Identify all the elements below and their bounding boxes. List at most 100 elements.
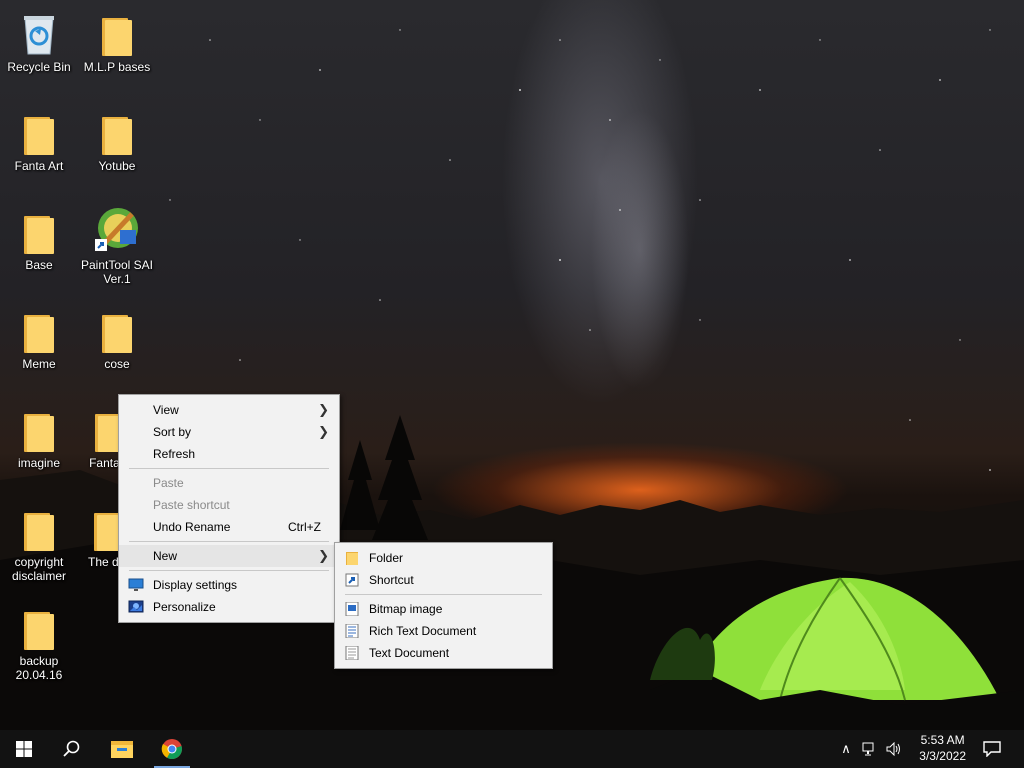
painttool-sai-icon	[79, 206, 155, 254]
folder-icon	[1, 107, 77, 155]
desktop-icon-label: Recycle Bin	[7, 60, 71, 74]
desktop-icon-mlp-bases[interactable]: M.L.P bases	[79, 8, 155, 74]
recycle-bin-icon	[1, 8, 77, 56]
desktop-icon-label: Fanta Art	[14, 159, 64, 173]
text-document-icon	[345, 646, 359, 660]
menu-item-label: Shortcut	[369, 573, 414, 587]
desktop-icon-label: imagine	[17, 456, 61, 470]
menu-item-label: New	[153, 549, 178, 563]
menu-item-new[interactable]: New ❯	[119, 545, 339, 567]
folder-icon	[79, 503, 119, 551]
menu-item-label: Undo Rename	[153, 520, 231, 534]
clock-time: 5:53 AM	[920, 733, 965, 747]
taskbar: ∧ 5:53 AM 3/3/2022	[0, 730, 1024, 768]
desktop-icon-label: Fanta Y	[89, 456, 118, 470]
network-icon[interactable]	[862, 739, 878, 759]
menu-item-undo-rename[interactable]: Undo Rename Ctrl+Z	[119, 516, 339, 538]
desktop-icon-label: backup 20.04.16	[15, 654, 63, 682]
desktop-icon-label: M.L.P bases	[83, 60, 151, 74]
desktop-icon-label: Meme	[22, 357, 56, 371]
desktop-icon-fanta-art[interactable]: Fanta Art	[1, 107, 77, 173]
menu-item-label: Rich Text Document	[369, 624, 477, 638]
submenu-item-bitmap[interactable]: Bitmap image	[335, 598, 552, 620]
personalize-icon	[128, 600, 144, 613]
folder-icon	[1, 206, 77, 254]
folder-icon	[1, 602, 77, 650]
menu-item-label: Sort by	[153, 425, 192, 439]
submenu-item-text[interactable]: Text Document	[335, 642, 552, 664]
desktop-icon-painttool-sai[interactable]: PaintTool SAI Ver.1	[79, 206, 155, 286]
folder-icon	[1, 404, 77, 452]
menu-item-view[interactable]: View ❯	[119, 399, 339, 421]
menu-item-label: View	[153, 403, 179, 417]
submenu-item-shortcut[interactable]: Shortcut	[335, 569, 552, 591]
desktop-icon-base[interactable]: Base	[1, 206, 77, 272]
chrome-button[interactable]	[152, 730, 192, 768]
menu-item-label: Text Document	[369, 646, 450, 660]
windows-logo-icon	[16, 741, 32, 757]
chrome-icon	[161, 739, 182, 760]
bitmap-image-icon	[345, 602, 359, 616]
menu-separator	[129, 570, 329, 571]
shortcut-icon	[345, 573, 359, 587]
folder-icon	[79, 305, 155, 353]
chevron-up-icon[interactable]: ∧	[838, 739, 854, 759]
menu-item-sort-by[interactable]: Sort by ❯	[119, 421, 339, 443]
desktop-icon-label: copyright disclaimer	[11, 555, 66, 583]
desktop-icon-fanta-y[interactable]: Fanta Y	[72, 404, 118, 470]
menu-item-shortcut: Ctrl+Z	[288, 520, 321, 534]
desktop-icon-imagine[interactable]: imagine	[1, 404, 77, 470]
desktop-icon-label: The d art	[88, 555, 119, 569]
desktop-context-menu: View ❯ Sort by ❯ Refresh Paste Paste sho…	[118, 394, 340, 623]
menu-item-label: Paste shortcut	[153, 498, 230, 512]
menu-separator	[345, 594, 542, 595]
folder-icon	[1, 503, 77, 551]
chevron-right-icon: ❯	[318, 402, 329, 417]
folder-icon	[79, 107, 155, 155]
chevron-right-icon: ❯	[318, 548, 329, 563]
desktop-icon-yotube[interactable]: Yotube	[79, 107, 155, 173]
menu-separator	[129, 541, 329, 542]
folder-icon	[79, 8, 155, 56]
folder-icon	[346, 552, 358, 565]
menu-item-label: Refresh	[153, 447, 196, 461]
volume-icon[interactable]	[886, 739, 902, 759]
action-center-button[interactable]	[972, 730, 1012, 768]
chevron-right-icon: ❯	[318, 424, 329, 439]
display-settings-icon	[128, 578, 144, 591]
desktop-icon-copyright-disclaimer[interactable]: copyright disclaimer	[1, 503, 77, 583]
desktop-icon-label: Base	[25, 258, 53, 272]
new-submenu: Folder Shortcut Bitmap image Rich Text D…	[334, 542, 553, 669]
menu-item-display-settings[interactable]: Display settings	[119, 574, 339, 596]
desktop-icon-backup[interactable]: backup 20.04.16	[1, 602, 77, 682]
desktop-icon-cose[interactable]: cose	[79, 305, 155, 371]
search-button[interactable]	[52, 730, 92, 768]
file-explorer-icon	[111, 741, 133, 758]
menu-item-label: Paste	[153, 476, 184, 490]
search-icon	[63, 740, 80, 757]
menu-item-refresh[interactable]: Refresh	[119, 443, 339, 465]
menu-item-label: Folder	[369, 551, 404, 565]
start-button[interactable]	[4, 730, 44, 768]
desktop-icon-recycle-bin[interactable]: Recycle Bin	[1, 8, 77, 74]
menu-item-label: Personalize	[153, 600, 216, 614]
desktop-icon-label: PaintTool SAI Ver.1	[80, 258, 154, 286]
menu-item-paste-shortcut: Paste shortcut	[119, 494, 339, 516]
rich-text-document-icon	[345, 624, 359, 638]
menu-separator	[129, 468, 329, 469]
desktop-icon-label: cose	[104, 357, 130, 371]
menu-item-paste: Paste	[119, 472, 339, 494]
file-explorer-button[interactable]	[102, 730, 142, 768]
clock-date: 3/3/2022	[919, 749, 966, 763]
submenu-item-folder[interactable]: Folder	[335, 547, 552, 569]
taskbar-clock[interactable]: 5:53 AM 3/3/2022	[919, 732, 966, 764]
folder-icon	[1, 305, 77, 353]
menu-item-label: Bitmap image	[369, 602, 443, 616]
folder-icon	[72, 404, 118, 452]
menu-item-label: Display settings	[153, 578, 238, 592]
menu-item-personalize[interactable]: Personalize	[119, 596, 339, 618]
desktop-icon-the-d-art[interactable]: The d art	[79, 503, 119, 569]
desktop-icon-meme[interactable]: Meme	[1, 305, 77, 371]
submenu-item-rich-text[interactable]: Rich Text Document	[335, 620, 552, 642]
desktop-icon-label: Yotube	[98, 159, 136, 173]
